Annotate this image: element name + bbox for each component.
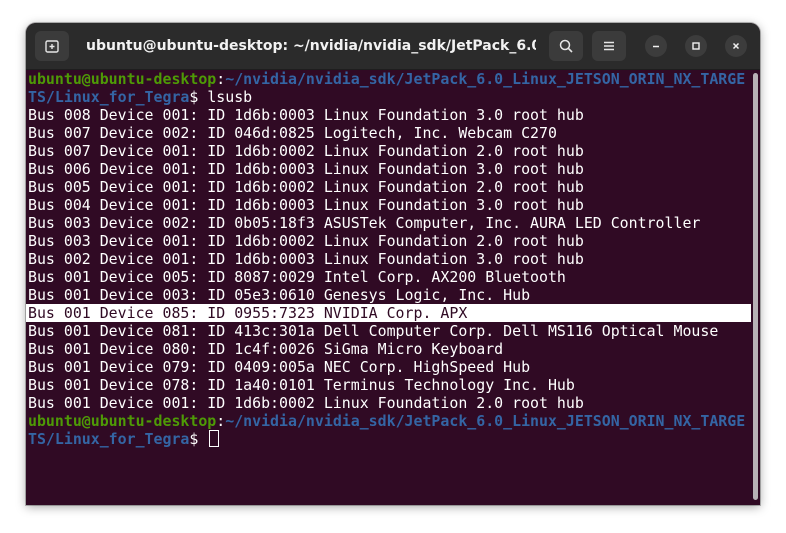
prompt-user: ubuntu@ubuntu-desktop xyxy=(28,70,217,88)
title-bar: ubuntu@ubuntu-desktop: ~/nvidia/nvidia_s… xyxy=(26,23,760,70)
prompt-separator: : xyxy=(216,70,226,88)
close-icon xyxy=(732,42,740,50)
prompt-separator: : xyxy=(216,412,226,430)
output-line: Bus 001 Device 079: ID 0409:005a NEC Cor… xyxy=(28,358,531,376)
output-line: Bus 008 Device 001: ID 1d6b:0003 Linux F… xyxy=(28,106,584,124)
output-line: Bus 003 Device 002: ID 0b05:18f3 ASUSTek… xyxy=(28,214,701,232)
output-line: Bus 004 Device 001: ID 1d6b:0003 Linux F… xyxy=(28,196,584,214)
maximize-icon xyxy=(692,42,700,50)
prompt-symbol: $ xyxy=(189,88,208,106)
prompt-user: ubuntu@ubuntu-desktop xyxy=(28,412,217,430)
terminal-window: ubuntu@ubuntu-desktop: ~/nvidia/nvidia_s… xyxy=(26,23,760,505)
hamburger-menu-icon xyxy=(604,41,614,51)
new-tab-icon xyxy=(45,40,59,53)
menu-button[interactable] xyxy=(592,31,626,61)
window-title: ubuntu@ubuntu-desktop: ~/nvidia/nvidia_s… xyxy=(86,38,536,54)
new-tab-button[interactable] xyxy=(35,31,69,61)
output-line: Bus 007 Device 001: ID 1d6b:0002 Linux F… xyxy=(28,142,584,160)
output-line-selected[interactable]: Bus 001 Device 085: ID 0955:7323 NVIDIA … xyxy=(26,304,751,322)
minimize-icon xyxy=(653,45,659,48)
output-line: Bus 001 Device 005: ID 8087:0029 Intel C… xyxy=(28,268,566,286)
text-cursor xyxy=(209,430,220,447)
search-icon xyxy=(559,39,573,53)
output-line: Bus 001 Device 003: ID 05e3:0610 Genesys… xyxy=(28,286,531,304)
output-line: Bus 002 Device 001: ID 1d6b:0003 Linux F… xyxy=(28,250,584,268)
output-line: Bus 003 Device 001: ID 1d6b:0002 Linux F… xyxy=(28,232,584,250)
terminal-content[interactable]: ubuntu@ubuntu-desktop:~/nvidia/nvidia_sd… xyxy=(26,70,751,505)
output-line: Bus 005 Device 001: ID 1d6b:0002 Linux F… xyxy=(28,178,584,196)
prompt-path: ~/nvidia/nvidia_sdk/JetPack_6.0_Linux_JE… xyxy=(225,70,746,88)
output-line: Bus 001 Device 078: ID 1a40:0101 Terminu… xyxy=(28,376,575,394)
scrollbar[interactable] xyxy=(753,73,758,500)
search-button[interactable] xyxy=(549,31,583,61)
output-line: Bus 001 Device 001: ID 1d6b:0002 Linux F… xyxy=(28,394,584,412)
minimize-button[interactable] xyxy=(645,35,667,57)
prompt-line: ubuntu@ubuntu-desktop:~/nvidia/nvidia_sd… xyxy=(26,70,751,88)
prompt-path-continued: TS/Linux_for_Tegra xyxy=(28,88,190,106)
prompt-path: ~/nvidia/nvidia_sdk/JetPack_6.0_Linux_JE… xyxy=(225,412,746,430)
prompt-line-wrap: TS/Linux_for_Tegra$ xyxy=(26,430,751,448)
prompt-line: ubuntu@ubuntu-desktop:~/nvidia/nvidia_sd… xyxy=(26,412,751,430)
command-text: lsusb xyxy=(207,88,253,106)
output-line: Bus 001 Device 081: ID 413c:301a Dell Co… xyxy=(28,322,719,340)
output-line: Bus 006 Device 001: ID 1d6b:0003 Linux F… xyxy=(28,160,584,178)
output-line: Bus 001 Device 080: ID 1c4f:0026 SiGma M… xyxy=(28,340,504,358)
prompt-line-wrap: TS/Linux_for_Tegra$ lsusb xyxy=(26,88,751,106)
output-line: Bus 007 Device 002: ID 046d:0825 Logitec… xyxy=(28,124,557,142)
close-button[interactable] xyxy=(725,35,747,57)
maximize-button[interactable] xyxy=(685,35,707,57)
prompt-symbol: $ xyxy=(189,430,208,448)
prompt-path-continued: TS/Linux_for_Tegra xyxy=(28,430,190,448)
